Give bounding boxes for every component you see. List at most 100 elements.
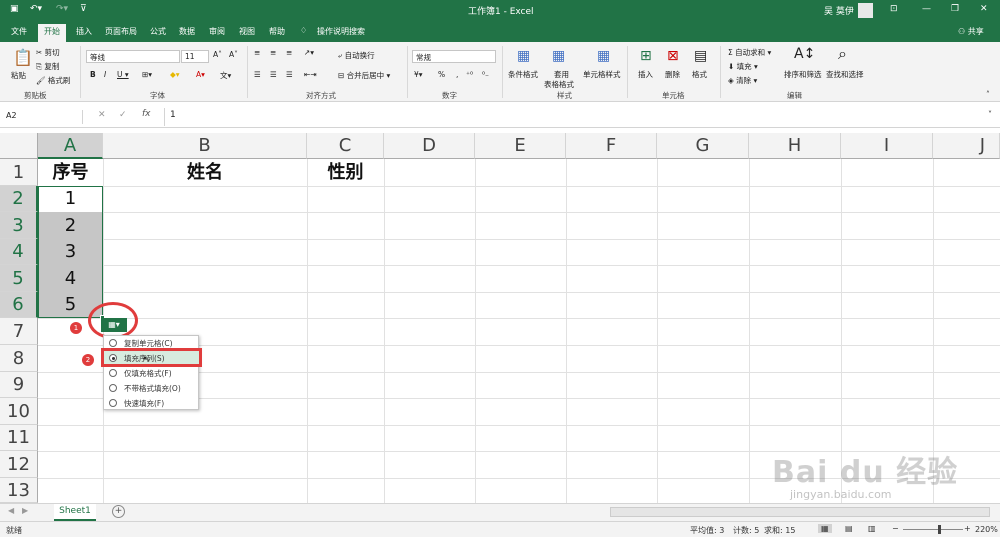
tab-view[interactable]: 视图 <box>239 26 255 37</box>
restore-icon[interactable]: ❐ <box>951 4 959 14</box>
tab-review[interactable]: 审阅 <box>209 26 225 37</box>
redo-icon[interactable]: ↷▾ <box>56 4 68 14</box>
font-size-select[interactable]: 11 <box>181 50 209 63</box>
row-header-3[interactable]: 3 <box>0 212 38 239</box>
paste-icon[interactable]: 📋 <box>13 48 33 67</box>
zoom-in-icon[interactable]: + <box>964 524 971 533</box>
cell-a5[interactable]: 4 <box>38 265 103 292</box>
add-sheet-icon[interactable]: + <box>112 505 125 518</box>
autosum-button[interactable]: Σ 自动求和 ▾ <box>728 47 771 58</box>
undo-icon[interactable]: ↶▾ <box>30 4 42 14</box>
cell-a3[interactable]: 2 <box>38 212 103 239</box>
save-icon[interactable]: ▣ <box>10 4 19 14</box>
column-header-j[interactable]: J <box>933 133 1000 159</box>
column-header-c[interactable]: C <box>307 133 384 159</box>
percent-icon[interactable]: % <box>438 70 445 79</box>
align-right-icon[interactable]: ☰ <box>286 70 293 79</box>
font-name-select[interactable]: 等线 <box>86 50 180 63</box>
next-sheet-icon[interactable]: ▶ <box>22 506 28 515</box>
row-header-1[interactable]: 1 <box>0 159 38 186</box>
tab-data[interactable]: 数据 <box>179 26 195 37</box>
column-header-b[interactable]: B <box>103 133 307 159</box>
column-header-e[interactable]: E <box>475 133 566 159</box>
collapse-ribbon-icon[interactable]: ˄ <box>986 90 990 99</box>
align-top-icon[interactable]: ≡ <box>254 48 260 57</box>
increase-decimal-icon[interactable]: ⁺⁰ <box>466 70 473 79</box>
fill-button[interactable]: ⬇ 填充 ▾ <box>728 61 758 72</box>
customize-qat-icon[interactable]: ⊽ <box>80 4 87 14</box>
tab-help[interactable]: 帮助 <box>269 26 285 37</box>
orientation-icon[interactable]: ↗▾ <box>304 48 314 57</box>
delete-cells-icon[interactable]: ⊠ <box>667 48 679 64</box>
row-header-10[interactable]: 10 <box>0 398 38 425</box>
expand-formula-icon[interactable]: ˅ <box>988 110 992 119</box>
cell-a4[interactable]: 3 <box>38 239 103 265</box>
column-header-i[interactable]: I <box>841 133 933 159</box>
align-center-icon[interactable]: ☰ <box>270 70 277 79</box>
tab-home[interactable]: 开始 <box>38 24 66 42</box>
number-format-select[interactable]: 常规 <box>412 50 496 63</box>
tab-page-layout[interactable]: 页面布局 <box>105 26 137 37</box>
horizontal-scrollbar[interactable] <box>610 507 990 517</box>
conditional-format-button[interactable]: 条件格式 <box>508 69 538 80</box>
enter-icon[interactable]: ✓ <box>119 110 127 120</box>
cell-c1[interactable]: 性别 <box>307 159 384 186</box>
comma-icon[interactable]: , <box>456 70 458 79</box>
insert-cells-icon[interactable]: ⊞ <box>640 48 652 64</box>
format-cells-icon[interactable]: ▤ <box>694 48 707 64</box>
user-name[interactable]: 吴 莫伊 <box>824 4 854 17</box>
align-middle-icon[interactable]: ≡ <box>270 48 276 57</box>
grow-font-icon[interactable]: A˄ <box>213 50 222 59</box>
align-left-icon[interactable]: ☰ <box>254 70 261 79</box>
zoom-slider-thumb[interactable] <box>938 525 941 534</box>
underline-button[interactable]: U ▾ <box>117 70 129 79</box>
column-header-f[interactable]: F <box>566 133 657 159</box>
row-header-11[interactable]: 11 <box>0 425 38 451</box>
menu-item-fill-formatting-only[interactable]: 仅填充格式(F) <box>104 366 200 381</box>
select-all-corner[interactable] <box>0 133 38 159</box>
column-header-g[interactable]: G <box>657 133 749 159</box>
insert-cells-button[interactable]: 插入 <box>638 69 653 80</box>
page-layout-view-icon[interactable]: ▤ <box>845 524 853 533</box>
copy-button[interactable]: ⎘ 复制 <box>36 61 59 72</box>
cut-button[interactable]: ✂ 剪切 <box>36 47 60 58</box>
clear-button[interactable]: ◈ 清除 ▾ <box>728 75 757 86</box>
indent-icon[interactable]: ⇤⇥ <box>304 70 317 79</box>
zoom-slider[interactable] <box>903 529 963 530</box>
tell-me-search[interactable]: 操作说明搜索 <box>317 26 365 37</box>
find-select-button[interactable]: 查找和选择 <box>826 69 864 80</box>
row-header-8[interactable]: 8 <box>0 345 38 372</box>
fill-color-icon[interactable]: ◆▾ <box>170 70 180 79</box>
tab-file[interactable]: 文件 <box>11 26 27 37</box>
sheet-tab-sheet1[interactable]: Sheet1 <box>54 504 96 521</box>
row-header-4[interactable]: 4 <box>0 239 38 265</box>
ribbon-options-icon[interactable]: ⊡ <box>890 4 898 14</box>
align-bottom-icon[interactable]: ≡ <box>286 48 292 57</box>
shrink-font-icon[interactable]: A˅ <box>229 50 238 59</box>
prev-sheet-icon[interactable]: ◀ <box>8 506 14 515</box>
row-header-5[interactable]: 5 <box>0 265 38 292</box>
merge-center-button[interactable]: ⊟ 合并后居中 ▾ <box>338 70 390 81</box>
avatar[interactable] <box>858 3 873 18</box>
column-header-d[interactable]: D <box>384 133 475 159</box>
format-painter-button[interactable]: 🖌 格式刷 <box>36 75 70 86</box>
row-header-6[interactable]: 6 <box>0 292 38 318</box>
row-header-9[interactable]: 9 <box>0 372 38 398</box>
cell-styles-button[interactable]: 单元格样式 <box>583 69 621 80</box>
italic-button[interactable]: I <box>104 70 106 79</box>
menu-item-flash-fill[interactable]: 快速填充(F) <box>104 396 200 411</box>
paste-button[interactable]: 粘贴 <box>11 70 26 81</box>
cell-b1[interactable]: 姓名 <box>103 159 307 186</box>
share-button[interactable]: ⚇ 共享 <box>958 26 984 37</box>
zoom-level[interactable]: 220% <box>975 525 998 534</box>
tab-insert[interactable]: 插入 <box>76 26 92 37</box>
bold-button[interactable]: B <box>90 70 96 79</box>
cell-a1[interactable]: 序号 <box>38 159 103 186</box>
font-color-icon[interactable]: A▾ <box>196 70 205 79</box>
row-header-12[interactable]: 12 <box>0 451 38 478</box>
cancel-icon[interactable]: ✕ <box>98 110 106 120</box>
minimize-icon[interactable]: — <box>922 4 931 14</box>
conditional-format-icon[interactable]: ▦ <box>517 48 530 64</box>
find-select-icon[interactable]: ⌕ <box>838 44 847 64</box>
column-header-a[interactable]: A <box>38 133 103 159</box>
